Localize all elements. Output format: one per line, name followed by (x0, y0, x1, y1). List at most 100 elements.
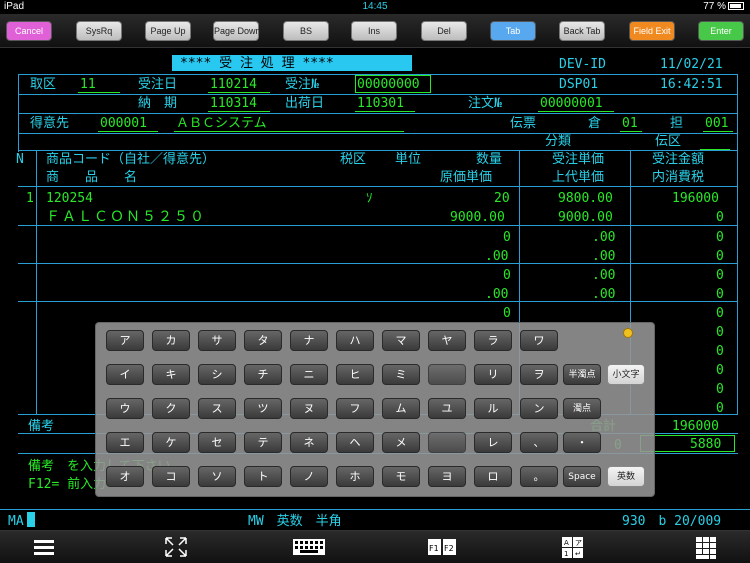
kana-key[interactable] (428, 432, 466, 453)
kana-key[interactable]: ク (152, 398, 190, 419)
toolbar-button-del[interactable]: Del (421, 21, 467, 41)
kana-key[interactable]: シ (198, 364, 236, 385)
kana-key[interactable]: ミ (382, 364, 420, 385)
so-field[interactable]: 01 (622, 116, 638, 131)
toolbar-button-back-tab[interactable]: Back Tab (559, 21, 605, 41)
row1-kingaku[interactable]: 196000 (672, 191, 719, 206)
tan-field[interactable]: 001 (705, 116, 728, 131)
toolbar-button-enter[interactable]: Enter (698, 21, 744, 41)
chumon-field[interactable]: 00000001 (540, 96, 603, 111)
kana-key[interactable]: 小文字 (607, 364, 645, 385)
kana-key[interactable]: ヤ (428, 330, 466, 351)
kana-key[interactable]: ト (244, 466, 282, 487)
row1-tanka[interactable]: 9800.00 (558, 191, 613, 206)
toolbar-button-cancel[interactable]: Cancel (6, 21, 52, 41)
row3-suryo[interactable]: 0 (503, 268, 511, 283)
kana-key[interactable]: リ (474, 364, 512, 385)
kana-key[interactable]: 英数 (607, 466, 645, 487)
kana-key[interactable]: オ (106, 466, 144, 487)
kana-key[interactable]: メ (382, 432, 420, 453)
kana-key[interactable]: ン (520, 398, 558, 419)
kana-key[interactable]: サ (198, 330, 236, 351)
kana-key[interactable]: レ (474, 432, 512, 453)
fullscreen-icon[interactable] (165, 537, 187, 557)
kana-key[interactable]: ヌ (290, 398, 328, 419)
kana-key[interactable]: ウ (106, 398, 144, 419)
toolbar-button-bs[interactable]: BS (283, 21, 329, 41)
kana-key[interactable]: ・ (563, 432, 601, 453)
row5-zei[interactable]: 0 (716, 363, 724, 378)
row1-code[interactable]: 120254 (46, 191, 93, 206)
kana-key[interactable]: イ (106, 364, 144, 385)
kana-key[interactable]: ハ (336, 330, 374, 351)
row2-tanka[interactable]: .00 (592, 230, 615, 245)
row2-kingaku[interactable]: 0 (716, 230, 724, 245)
kana-key[interactable]: Space (563, 466, 601, 487)
row5-kingaku[interactable]: 0 (716, 344, 724, 359)
kana-key[interactable]: ヘ (336, 432, 374, 453)
kana-key[interactable]: マ (382, 330, 420, 351)
row2-genka[interactable]: .00 (485, 249, 508, 264)
kana-key[interactable]: チ (244, 364, 282, 385)
kana-key[interactable]: ム (382, 398, 420, 419)
kana-key[interactable]: カ (152, 330, 190, 351)
shuka-field[interactable]: 110301 (357, 96, 404, 111)
toolbar-button-page-down[interactable]: Page Down (213, 21, 261, 41)
kana-key[interactable]: ヲ (520, 364, 558, 385)
row2-zei[interactable]: 0 (716, 249, 724, 264)
row3-zei[interactable]: 0 (716, 287, 724, 302)
tokui-name-field[interactable]: ＡＢＣシステム (176, 116, 267, 131)
menu-icon[interactable] (34, 537, 54, 557)
kana-key[interactable]: ケ (152, 432, 190, 453)
kana-key[interactable]: タ (244, 330, 282, 351)
row1-zei[interactable]: 0 (716, 210, 724, 225)
kana-key[interactable]: モ (382, 466, 420, 487)
kana-key[interactable]: ニ (290, 364, 328, 385)
row3-jodai[interactable]: .00 (592, 287, 615, 302)
keyboard-resize-handle[interactable] (623, 328, 633, 338)
kana-key[interactable]: ツ (244, 398, 282, 419)
toolbar-button-field-exit[interactable]: Field Exit (629, 21, 675, 41)
row1-zeiku[interactable]: ｿ (366, 191, 373, 206)
toolbar-button-tab[interactable]: Tab (490, 21, 536, 41)
kana-key[interactable]: ノ (290, 466, 328, 487)
kana-key[interactable]: ホ (336, 466, 374, 487)
row2-jodai[interactable]: .00 (592, 249, 615, 264)
kana-key[interactable]: 半濁点 (563, 364, 601, 385)
kana-key[interactable]: エ (106, 432, 144, 453)
kana-key[interactable]: 濁点 (563, 398, 601, 419)
row4-kingaku[interactable]: 0 (716, 306, 724, 321)
kana-key[interactable]: ル (474, 398, 512, 419)
kana-key[interactable]: ス (198, 398, 236, 419)
kana-key[interactable]: ユ (428, 398, 466, 419)
row1-genka[interactable]: 9000.00 (450, 210, 505, 225)
numpad-icon[interactable] (696, 537, 716, 559)
kana-key[interactable]: ソ (198, 466, 236, 487)
kana-key[interactable]: コ (152, 466, 190, 487)
kana-key[interactable] (428, 364, 466, 385)
row4-suryo[interactable]: 0 (503, 306, 511, 321)
tokui-code-field[interactable]: 000001 (100, 116, 147, 131)
kana-key[interactable]: ロ (474, 466, 512, 487)
noki-field[interactable]: 110314 (210, 96, 257, 111)
kana-key[interactable]: テ (244, 432, 282, 453)
kana-key[interactable]: ワ (520, 330, 558, 351)
row3-genka[interactable]: .00 (485, 287, 508, 302)
kana-key[interactable]: ネ (290, 432, 328, 453)
toolbar-button-page-up[interactable]: Page Up (145, 21, 191, 41)
row3-tanka[interactable]: .00 (592, 268, 615, 283)
row6-kingaku[interactable]: 0 (716, 382, 724, 397)
row2-suryo[interactable]: 0 (503, 230, 511, 245)
keyboard-icon[interactable] (293, 537, 325, 557)
kana-key[interactable]: ヨ (428, 466, 466, 487)
torihiki-field[interactable]: 11 (80, 77, 96, 92)
kana-key[interactable]: ア (106, 330, 144, 351)
kana-key[interactable]: 、 (520, 432, 558, 453)
kana-key[interactable]: ナ (290, 330, 328, 351)
row3-kingaku[interactable]: 0 (716, 268, 724, 283)
kana-key[interactable]: キ (152, 364, 190, 385)
toolbar-button-sysrq[interactable]: SysRq (76, 21, 122, 41)
toolbar-button-ins[interactable]: Ins (351, 21, 397, 41)
kana-key[interactable]: 。 (520, 466, 558, 487)
kana-key[interactable]: セ (198, 432, 236, 453)
